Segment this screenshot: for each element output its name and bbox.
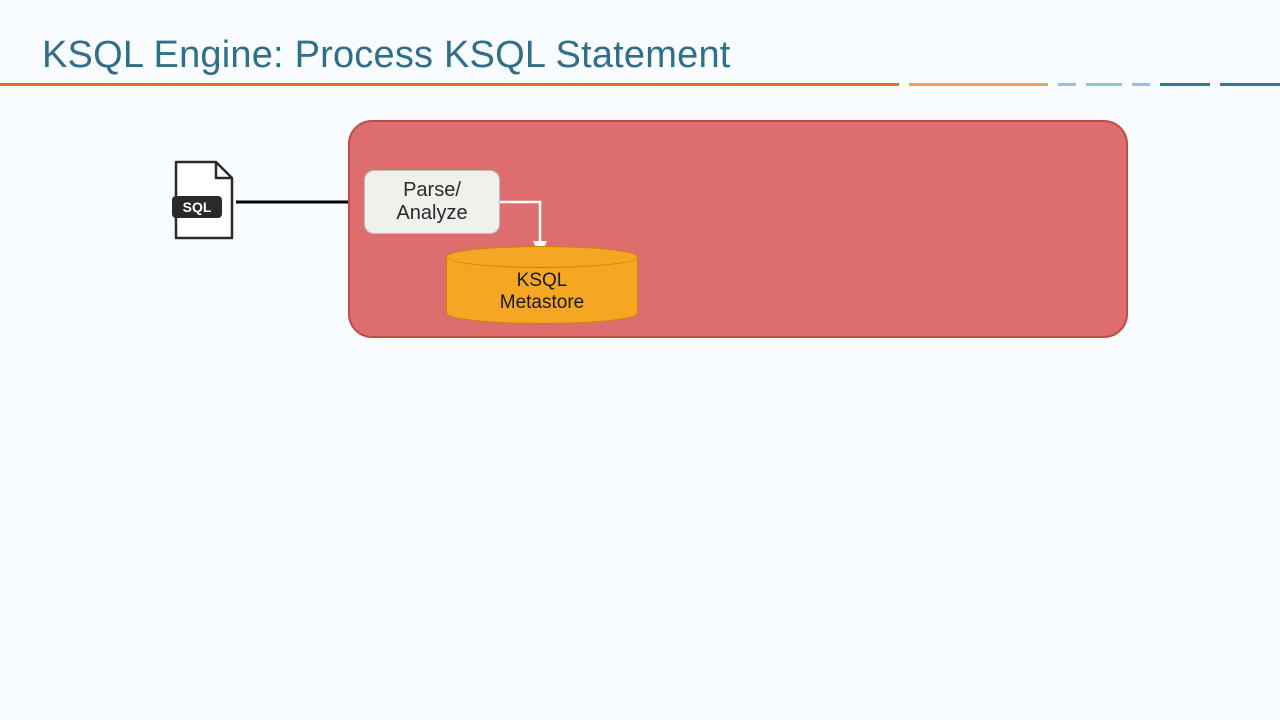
- parse-node-line1: Parse/: [403, 179, 461, 201]
- rule-segment: [909, 83, 1049, 86]
- rule-segment: [0, 83, 899, 86]
- cylinder-top: [446, 246, 638, 268]
- rule-segment: [1132, 83, 1150, 86]
- metastore-label: KSQL Metastore: [446, 270, 638, 314]
- parse-node-line2: Analyze: [396, 202, 467, 224]
- ksql-metastore-cylinder: KSQL Metastore: [446, 246, 638, 324]
- metastore-line2: Metastore: [500, 292, 584, 313]
- arrow-sql-to-parse: [236, 195, 366, 209]
- sql-file-label: SQL: [183, 199, 212, 215]
- divider-rule: [0, 83, 1280, 86]
- parse-analyze-node: Parse/ Analyze: [364, 170, 500, 234]
- rule-segment: [1058, 83, 1076, 86]
- metastore-line1: KSQL: [517, 270, 568, 291]
- rule-segment: [1160, 83, 1210, 86]
- rule-segment: [1220, 83, 1280, 86]
- slide-title: KSQL Engine: Process KSQL Statement: [42, 34, 731, 77]
- rule-segment: [1086, 83, 1122, 86]
- sql-file-icon: SQL: [172, 160, 236, 242]
